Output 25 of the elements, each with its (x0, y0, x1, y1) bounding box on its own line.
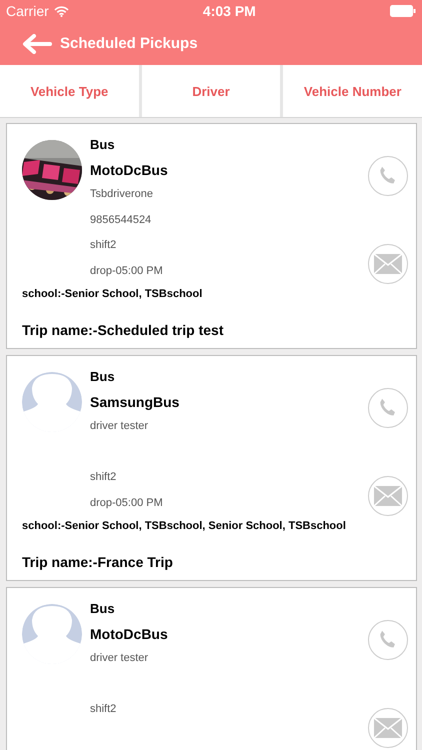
shift-label: shift2 (90, 238, 118, 254)
column-header-tab[interactable]: Driver (142, 65, 280, 117)
carrier-label: Carrier (6, 3, 49, 19)
screen-title: Scheduled Pickups (60, 35, 198, 52)
shift-label: shift2 (90, 702, 118, 718)
driver-name: driver tester (90, 419, 150, 434)
trip-name: Trip name:-France Trip (22, 554, 174, 570)
phone-number: 9856544524 (90, 212, 152, 228)
driver-name: driver tester (90, 651, 150, 666)
school-list: school:-Senior School, TSBschool, Senior School, TSBschool (22, 520, 408, 536)
column-header-tab[interactable]: Vehicle Number (283, 65, 422, 117)
drop-time: drop-05:00 PM (90, 496, 164, 511)
driver-name: Tsbdriverone (90, 187, 154, 202)
column-header-tab[interactable]: Vehicle Type (0, 65, 139, 117)
school-list: school:-Senior School, TSBschool (22, 288, 408, 304)
vehicle-name: SamsungBus (90, 392, 180, 412)
trip-name: Trip name:-Scheduled trip test (22, 322, 224, 338)
shift-label: shift2 (90, 470, 118, 486)
drop-time: drop-05:00 PM (90, 264, 164, 279)
vehicle-name: MotoDcBus (90, 624, 169, 644)
vehicle-type: Bus (90, 368, 116, 386)
vehicle-type: Bus (90, 136, 116, 154)
vehicle-type: Bus (90, 600, 116, 618)
vehicle-name: MotoDcBus (90, 160, 169, 180)
status-time: 4:03 PM (202, 3, 256, 19)
